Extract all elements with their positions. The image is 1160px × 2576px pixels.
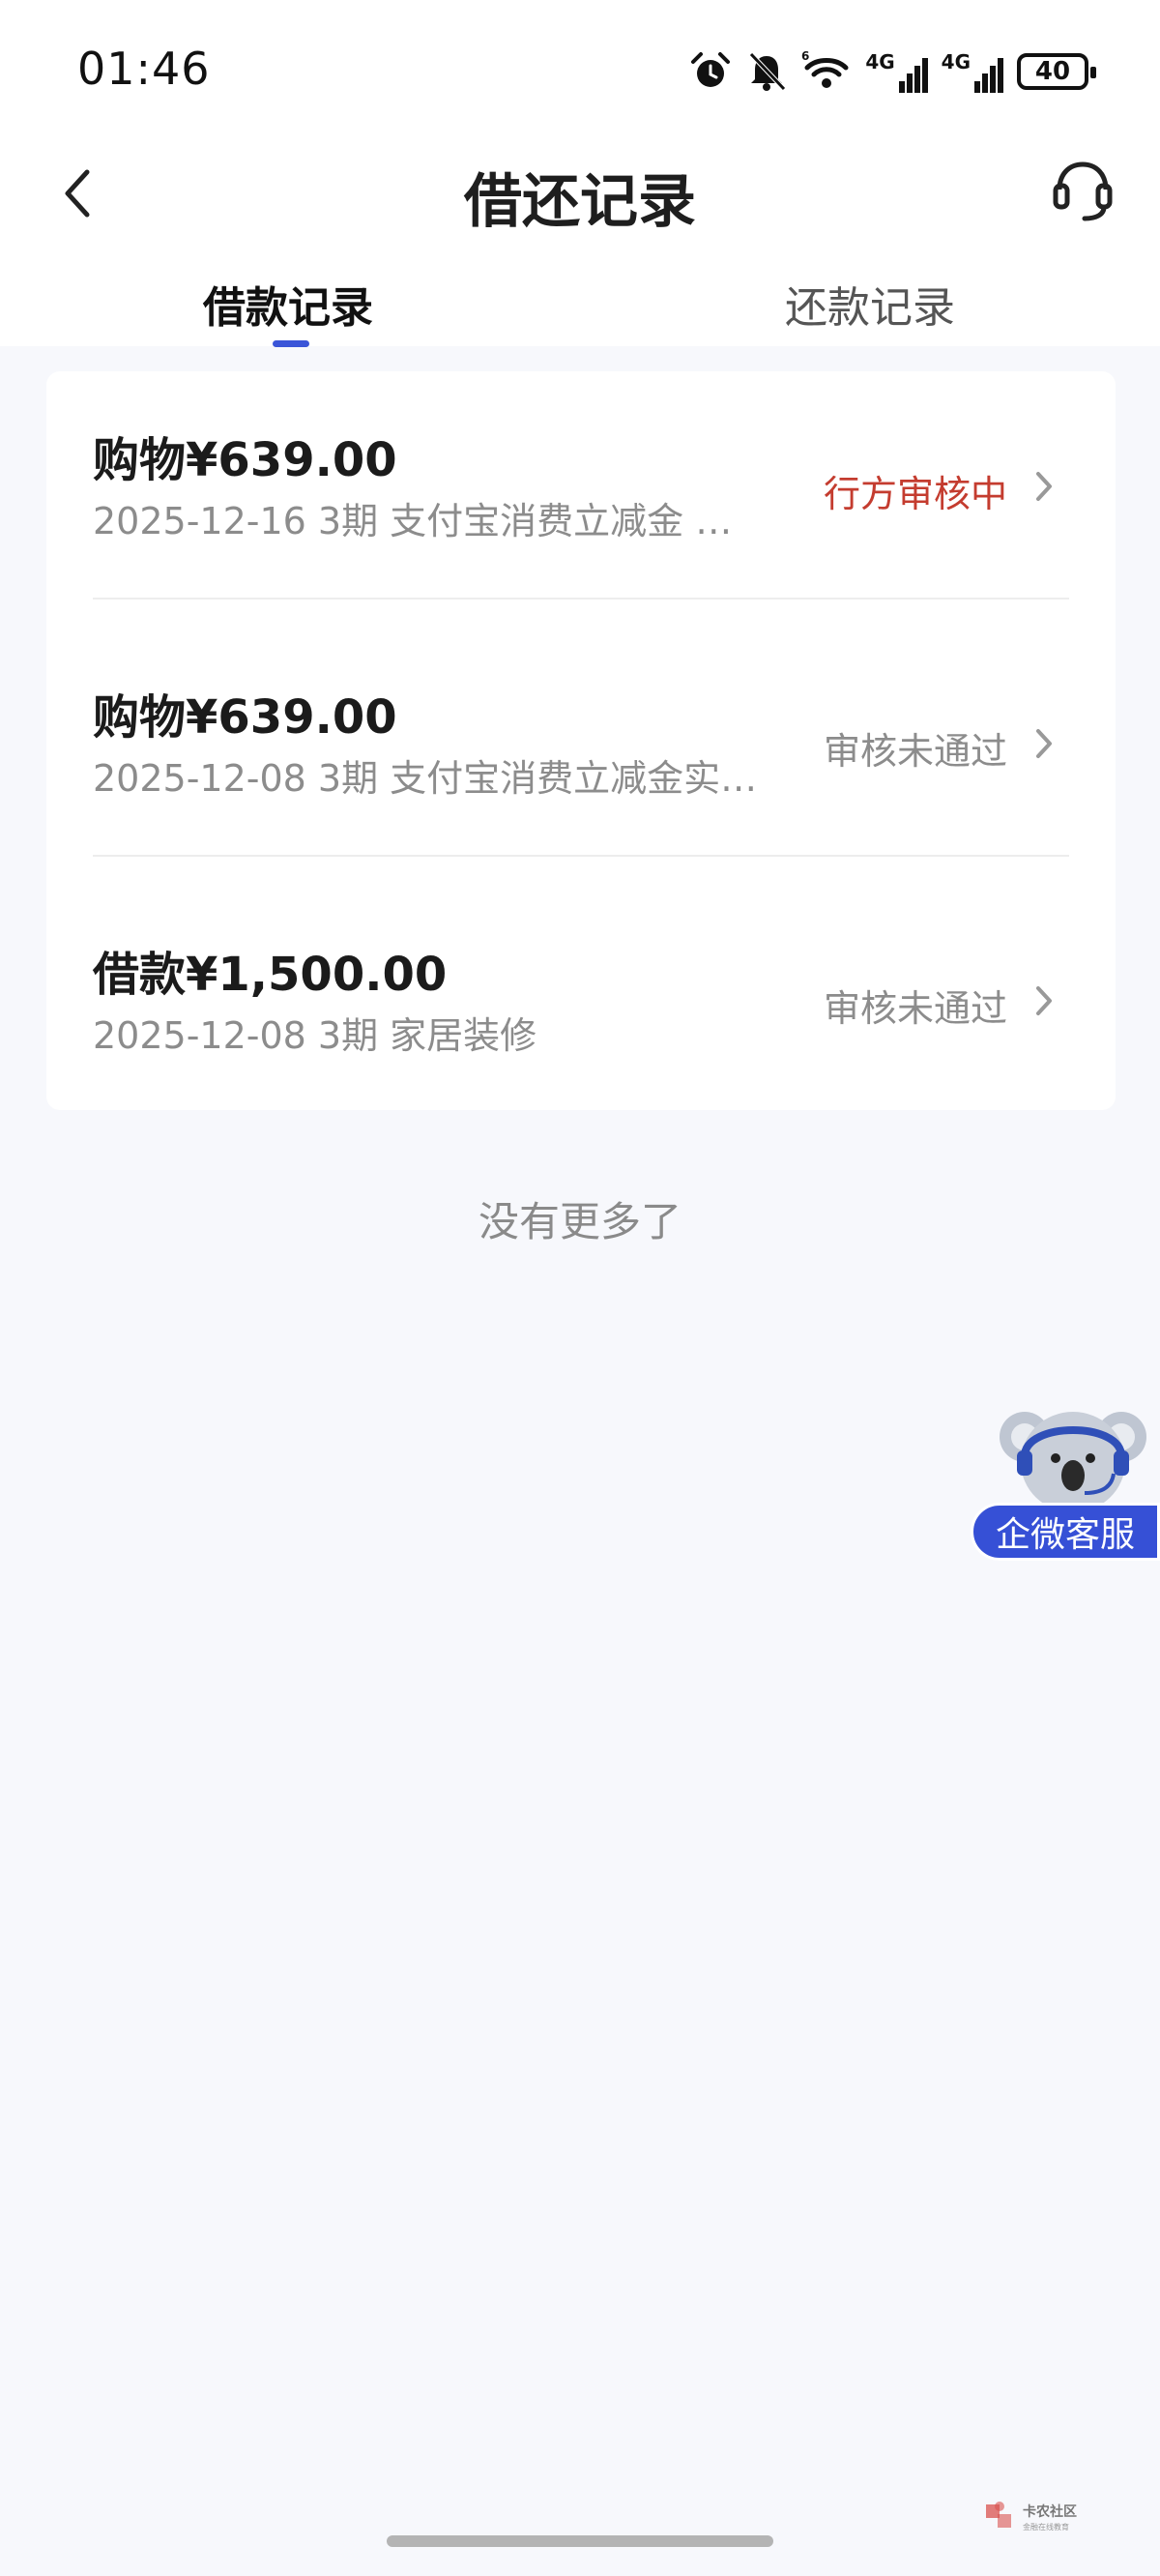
sim2-label: 4G (941, 50, 971, 73)
chevron-right-icon (1036, 472, 1052, 501)
chevron-right-icon (1036, 729, 1052, 758)
sim1-label: 4G (865, 50, 895, 73)
page-title: 借还记录 (464, 168, 696, 236)
divider (93, 855, 1069, 857)
puzzle-logo-icon (986, 2502, 1011, 2528)
record-status: 审核未通过 (823, 730, 1007, 773)
record-status: 行方审核中 (823, 473, 1007, 515)
wifi-icon: 6 (801, 50, 849, 88)
record-amount: 借款¥1,500.00 (93, 948, 448, 1002)
koala-mascot-icon (1000, 1412, 1146, 1512)
chevron-right-icon (1036, 986, 1052, 1015)
battery-icon: 40 (1017, 53, 1096, 90)
record-meta: 2025-12-08 3期 支付宝消费立减金实… (93, 757, 758, 800)
watermark-subtext: 金融在线教育 (1023, 2522, 1069, 2532)
home-indicator[interactable] (387, 2535, 773, 2547)
no-more-text: 没有更多了 (478, 1198, 682, 1245)
headset-icon (1053, 161, 1113, 221)
customer-service-button[interactable] (1052, 157, 1114, 222)
float-service-button[interactable]: 企微客服 (967, 1402, 1160, 1566)
tab-repay-records[interactable]: 还款记录 (785, 273, 955, 335)
record-item[interactable]: 购物¥639.00 2025-12-08 3期 支付宝消费立减金实… 审核未通过 (93, 629, 1069, 886)
status-icons: 6 4G 4G 40 (689, 48, 1096, 95)
divider (93, 598, 1069, 600)
float-service-label: 企微客服 (971, 1503, 1160, 1561)
record-meta: 2025-12-08 3期 家居装修 (93, 1014, 537, 1057)
record-item[interactable]: 购物¥639.00 2025-12-16 3期 支付宝消费立减金 … 行方审核中 (93, 371, 1069, 629)
mute-icon (749, 52, 787, 91)
records-card: 购物¥639.00 2025-12-16 3期 支付宝消费立减金 … 行方审核中… (46, 371, 1116, 1110)
battery-level: 40 (1034, 57, 1071, 86)
record-amount: 购物¥639.00 (93, 433, 397, 487)
status-time: 01:46 (77, 43, 211, 95)
tab-active-indicator (273, 340, 309, 347)
record-amount: 购物¥639.00 (93, 690, 397, 745)
signal-4g-icon: 4G (865, 50, 928, 93)
watermark-text: 卡农社区 (1023, 2503, 1077, 2520)
record-meta: 2025-12-16 3期 支付宝消费立减金 … (93, 500, 733, 542)
record-item[interactable]: 借款¥1,500.00 2025-12-08 3期 家居装修 审核未通过 (93, 886, 1069, 1143)
community-watermark: 卡农社区 金融在线教育 (986, 2502, 1077, 2532)
record-status: 审核未通过 (823, 987, 1007, 1030)
signal-4g-icon: 4G (942, 50, 1003, 93)
tab-borrow-records[interactable]: 借款记录 (203, 273, 373, 335)
wifi-label: 6 (801, 50, 809, 63)
alarm-icon (691, 52, 731, 87)
